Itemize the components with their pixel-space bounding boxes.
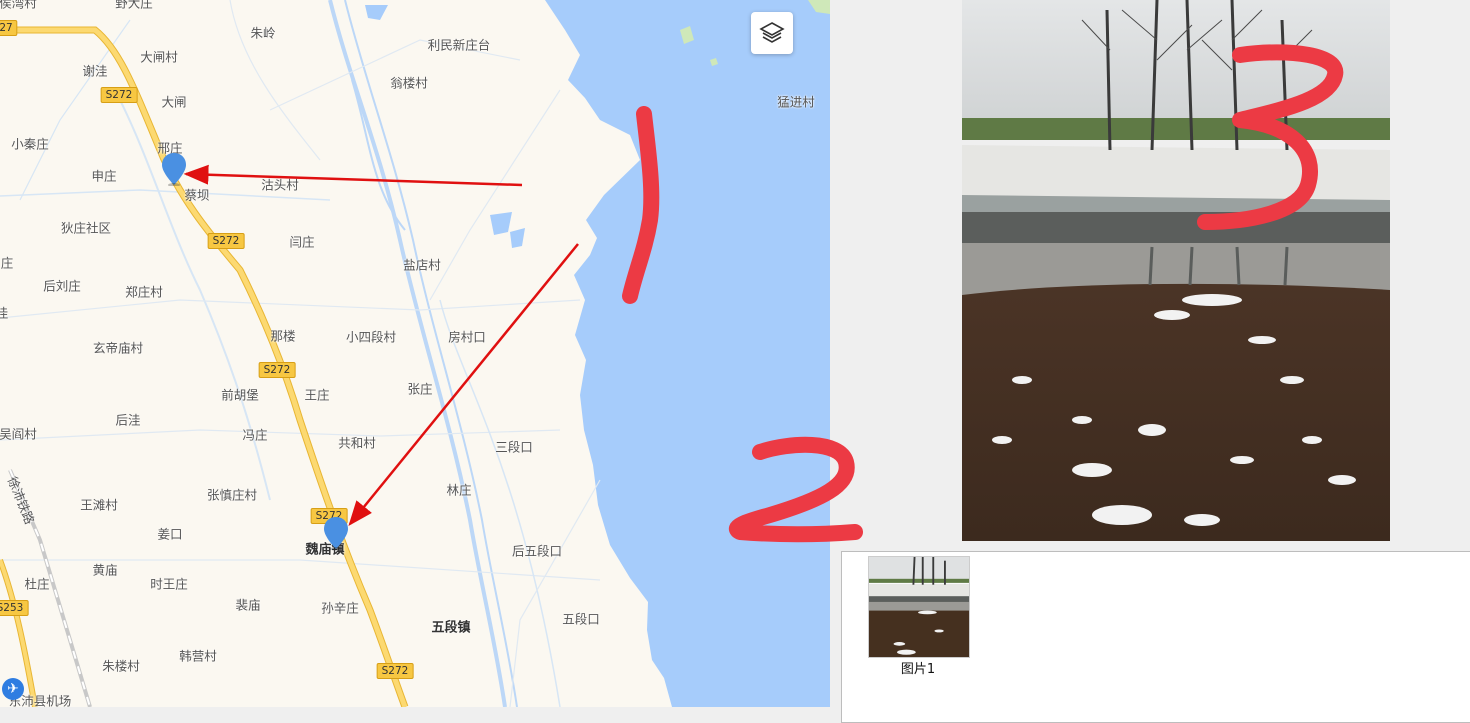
place-label: 利民新庄台 — [427, 37, 491, 53]
place-label: 时王庄 — [150, 576, 188, 592]
place-label: 前胡堡 — [221, 387, 259, 403]
place-label: 野大庄 — [115, 0, 153, 11]
place-label: 吴阎村 — [0, 426, 37, 442]
road-shield: S272 — [258, 362, 296, 378]
place-label: 大闸 — [161, 94, 187, 110]
place-label: 盐店村 — [403, 257, 441, 273]
place-label: 五段镇 — [431, 620, 471, 636]
place-label: 闫庄 — [289, 234, 315, 250]
place-label: 王滩村 — [80, 497, 118, 513]
photo-image — [962, 0, 1390, 541]
place-label: 侯湾村 — [0, 0, 37, 11]
road-shield: 27 — [0, 20, 18, 36]
place-label: 黄庙 — [92, 562, 118, 578]
location-pin-icon[interactable] — [323, 516, 349, 550]
place-label: 小四段村 — [345, 329, 397, 345]
place-label: 狄庄社区 — [60, 220, 112, 236]
road-shield: S272 — [376, 663, 414, 679]
place-label: 谢洼 — [82, 63, 108, 79]
road-shield: S272 — [100, 87, 138, 103]
place-label: 孙辛庄 — [321, 600, 359, 616]
place-label: 后五段口 — [511, 543, 563, 559]
place-label: 小秦庄 — [11, 136, 49, 152]
place-label: 朱楼村 — [102, 658, 140, 674]
location-pin-icon[interactable] — [161, 152, 187, 186]
place-label: 后洼 — [115, 412, 141, 428]
photo-thumbnail[interactable] — [868, 556, 970, 658]
place-label: 庄 — [0, 255, 14, 271]
photo-preview — [962, 0, 1390, 541]
place-label: 裴庙 — [235, 597, 261, 613]
road-shield: S253 — [0, 600, 29, 616]
place-label: 后刘庄 — [43, 278, 81, 294]
road-shield: S272 — [207, 233, 245, 249]
thumbnail-label: 图片1 — [900, 662, 936, 677]
place-label: 冯庄 — [242, 427, 268, 443]
place-label: 张慎庄村 — [206, 487, 258, 503]
place-label: 韩营村 — [179, 648, 217, 664]
place-label: 申庄 — [91, 168, 117, 184]
place-label: 王庄 — [304, 387, 330, 403]
place-label: 玄帝庙村 — [92, 340, 144, 356]
place-label: 蔡坝 — [184, 187, 210, 203]
place-label: 共和村 — [338, 435, 376, 451]
place-label: 房村口 — [448, 329, 486, 345]
layers-icon — [759, 22, 785, 43]
place-label: 那楼 — [270, 328, 296, 344]
place-label: 朱岭 — [250, 25, 276, 41]
place-label: 大闸村 — [140, 49, 178, 65]
place-label: 郑庄村 — [125, 284, 163, 300]
place-label: 姜口 — [157, 526, 183, 542]
thumbnail-strip: 图片1 — [841, 551, 1470, 723]
place-label: 五段口 — [562, 611, 600, 627]
place-label: 洼 — [0, 305, 9, 321]
place-label: 沽头村 — [261, 177, 299, 193]
place-label: 林庄 — [446, 482, 472, 498]
thumbnail-image — [869, 557, 969, 657]
airport-icon: ✈ — [2, 678, 24, 700]
map-view[interactable]: 朱岭 大闸村 谢洼 大闸 利民新庄台 翁楼村 猛进村 小秦庄 邢庄 申庄 蔡坝 沽头村 狄庄社区 闫庄 盐店… — [0, 0, 830, 707]
place-label: 猛进村 — [777, 94, 815, 110]
place-label: 张庄 — [407, 381, 433, 397]
place-label: 杜庄 — [24, 576, 50, 592]
place-label: 三段口 — [495, 439, 533, 455]
place-label: 翁楼村 — [390, 75, 428, 91]
layer-toggle-button[interactable] — [751, 12, 793, 54]
